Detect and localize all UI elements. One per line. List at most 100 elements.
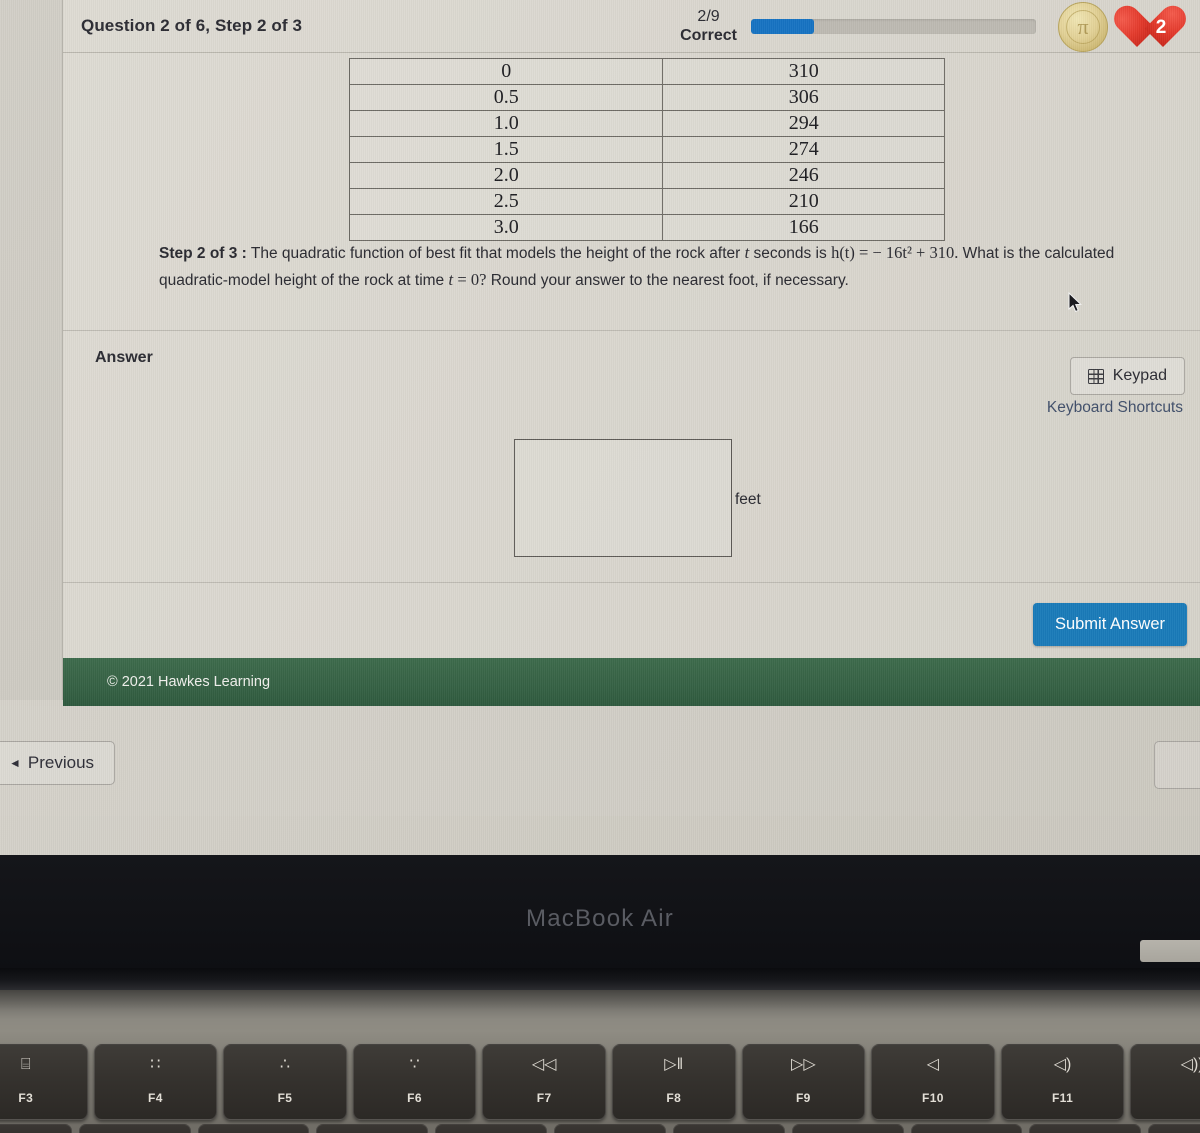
laptop-hinge	[0, 968, 1200, 990]
navigation-strip: ◄ Previous	[0, 706, 1200, 816]
answer-panel: Answer Keypad Keyboard Shortcuts feet	[63, 330, 1200, 583]
key[interactable]	[316, 1124, 429, 1133]
app-footer: © 2021 Hawkes Learning	[63, 658, 1200, 706]
deck-shadow	[0, 990, 1200, 1032]
function-key-F5[interactable]: ∴ F5	[223, 1044, 347, 1120]
table-cell-height: 210	[662, 188, 945, 215]
progress-bar	[751, 19, 1036, 34]
volume-down-icon: ◁)	[1053, 1056, 1072, 1073]
page-left-margin	[0, 0, 62, 700]
function-key-label: F5	[277, 1091, 293, 1105]
table-cell-height: 274	[662, 136, 945, 163]
hearts-count: 2	[1155, 16, 1167, 38]
key[interactable]	[791, 1124, 904, 1133]
function-key-F4[interactable]: ∷ F4	[93, 1044, 218, 1120]
calculator-icon	[1087, 368, 1104, 384]
page-title: Question 2 of 6, Step 2 of 3	[81, 16, 303, 35]
function-key-row: ⌸ F3 ∷ F4 ∴ F5 ∵ F6 ◁◁ F7 ▷‖ F8 ▷▷ F9 ◁ F10 ◁) F11 ◁))	[0, 1044, 1200, 1120]
function-key-f12[interactable]: ◁))	[1130, 1044, 1200, 1120]
header-right-group: 2/9 Correct 2	[680, 0, 1200, 53]
keyboard-brightness-down-icon: ∴	[279, 1056, 291, 1073]
table-row: 3.0 166	[348, 214, 945, 241]
function-key-label: F9	[795, 1091, 811, 1105]
question-text: Step 2 of 3 : The quadratic function of …	[159, 240, 1160, 293]
previous-button-label: Previous	[27, 753, 95, 772]
submit-answer-button[interactable]: Submit Answer	[1032, 603, 1187, 646]
table-row: 2.0 246	[348, 162, 945, 189]
chevron-left-icon: ◄	[9, 756, 21, 770]
table-cell-height: 246	[662, 162, 945, 189]
mute-icon: ◁	[926, 1056, 940, 1073]
keyboard-brightness-up-icon: ∵	[409, 1056, 420, 1073]
table-cell-height: 306	[662, 84, 945, 111]
keypad-button-label: Keypad	[1112, 367, 1167, 384]
unit-label: feet	[735, 491, 761, 508]
rewind-icon: ◁◁	[531, 1056, 557, 1073]
volume-up-icon: ◁))	[1180, 1056, 1200, 1073]
laptop-screen: Question 2 of 6, Step 2 of 3 2/9 Correct…	[0, 0, 1200, 855]
app-header: Question 2 of 6, Step 2 of 3 2/9 Correct…	[63, 0, 1200, 53]
function-key-F8[interactable]: ▷‖ F8	[611, 1044, 736, 1120]
mission-control-icon: ⌸	[20, 1056, 31, 1073]
function-key-F6[interactable]: ∵ F6	[352, 1044, 477, 1120]
equals-zero: = 0?	[457, 269, 487, 289]
coin-icon	[1058, 1, 1108, 52]
key[interactable]	[672, 1124, 785, 1133]
table-cell-time: 0.5	[348, 84, 664, 111]
previous-button[interactable]: ◄ Previous	[0, 741, 116, 785]
table-row: 0.5 306	[348, 84, 945, 111]
laptop-bezel: MacBook Air	[0, 855, 1200, 985]
key[interactable]	[1148, 1124, 1200, 1133]
question-part-1: The quadratic function of best fit that …	[250, 245, 741, 262]
question-part-2: seconds is	[753, 245, 827, 262]
function-key-label: F10	[922, 1091, 944, 1105]
variable-t-2: t	[448, 269, 454, 289]
table-cell-time: 1.5	[348, 136, 664, 163]
key[interactable]	[1029, 1124, 1142, 1133]
answer-input[interactable]	[514, 439, 732, 557]
table-cell-time: 0	[348, 58, 664, 85]
function-key-F3[interactable]: ⌸ F3	[0, 1044, 88, 1120]
function-key-label: F11	[1051, 1091, 1074, 1105]
laptop-brand: MacBook Air	[526, 905, 674, 932]
answer-heading: Answer	[95, 349, 153, 366]
hawkes-learning-app: Question 2 of 6, Step 2 of 3 2/9 Correct…	[62, 0, 1200, 706]
key[interactable]	[197, 1124, 310, 1133]
hinge-notch	[1140, 940, 1200, 962]
key[interactable]	[0, 1124, 72, 1133]
progress-bar-fill	[751, 19, 814, 34]
quadratic-formula: h(t) = − 16t² + 310.	[831, 243, 959, 262]
table-row: 2.5 210	[348, 188, 945, 215]
copyright-text: © 2021 Hawkes Learning	[107, 674, 271, 690]
function-key-F11[interactable]: ◁) F11	[1000, 1044, 1125, 1120]
table-cell-time: 1.0	[348, 110, 664, 137]
data-table: 0 310 0.5 306 1.0 294 1.5 274 2.0 246 2.5 210 3.0 166	[348, 58, 945, 241]
function-key-F10[interactable]: ◁ F10	[871, 1044, 995, 1120]
key[interactable]	[435, 1124, 548, 1133]
step-label: Step 2 of 3 :	[159, 245, 247, 262]
table-cell-height: 310	[662, 58, 945, 85]
keyboard-shortcuts-link[interactable]: Keyboard Shortcuts	[1047, 399, 1183, 417]
number-key-row	[0, 1124, 1200, 1133]
function-key-label: F7	[536, 1091, 552, 1105]
table-cell-time: 3.0	[348, 214, 664, 241]
laptop-photo-container: Question 2 of 6, Step 2 of 3 2/9 Correct…	[0, 0, 1200, 1133]
correct-counter: 2/9 Correct	[680, 8, 737, 45]
launchpad-icon: ∷	[150, 1056, 161, 1073]
table-cell-height: 166	[662, 214, 945, 241]
key[interactable]	[78, 1124, 191, 1133]
key[interactable]	[554, 1124, 666, 1133]
function-key-F9[interactable]: ▷▷ F9	[741, 1044, 866, 1120]
correct-label: Correct	[680, 26, 737, 44]
keypad-button[interactable]: Keypad	[1069, 357, 1185, 395]
function-key-label: F3	[18, 1091, 34, 1105]
fast-forward-icon: ▷▷	[791, 1056, 816, 1073]
table-row: 1.5 274	[348, 136, 945, 163]
function-key-label: F6	[407, 1091, 422, 1105]
key[interactable]	[910, 1124, 1023, 1133]
lives-badge: 2	[1130, 0, 1192, 55]
table-row: 0 310	[348, 58, 945, 85]
function-key-label: F4	[147, 1091, 163, 1105]
next-button-partial[interactable]	[1154, 741, 1200, 789]
function-key-F7[interactable]: ◁◁ F7	[482, 1044, 606, 1120]
